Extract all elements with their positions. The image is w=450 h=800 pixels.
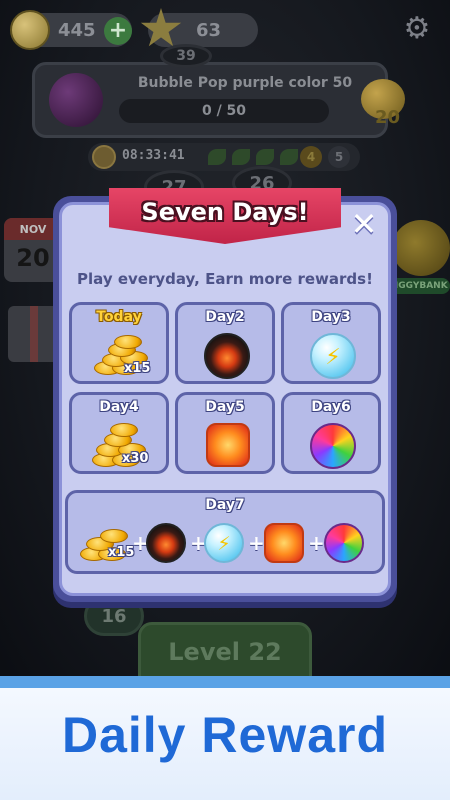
goal-reward: 20 [353, 73, 413, 133]
map-node[interactable]: 16 [84, 596, 144, 636]
seven-days-dialog: Seven Days! ✕ Play everyday, Earn more r… [53, 188, 397, 602]
plus-icon: + [248, 531, 265, 555]
day-card-day4[interactable]: Day4 x30 [69, 392, 169, 474]
gear-icon[interactable]: ⚙ [402, 14, 432, 44]
reward-quantity: x30 [122, 451, 149, 466]
play-level-button[interactable]: Level 22 [138, 622, 312, 682]
goal-title: Bubble Pop purple color 50 [137, 75, 353, 91]
dialog-subtitle: Play everyday, Earn more rewards! [77, 270, 373, 288]
leaf-icon [280, 149, 298, 165]
day-label: Day6 [311, 399, 351, 415]
fire-ball-icon [206, 423, 250, 467]
day-label: Day4 [99, 399, 139, 415]
day-card-day5[interactable]: Day5 [175, 392, 275, 474]
count-badge-b: 5 [328, 146, 350, 168]
lightning-ball-icon: ⚡ [310, 333, 356, 379]
fire-ball-icon [264, 523, 304, 563]
lightning-ball-icon: ⚡ [204, 523, 244, 563]
reward-quantity: x15 [108, 545, 135, 560]
map-node[interactable]: 39 [160, 44, 212, 68]
rainbow-ball-icon [310, 423, 356, 469]
countdown-timer: 08:33:41 [122, 148, 185, 163]
add-coins-button[interactable]: + [104, 17, 132, 45]
reward-quantity: x15 [124, 361, 151, 376]
day-card-day6[interactable]: Day6 [281, 392, 381, 474]
goal-reward-amount: 20 [375, 107, 401, 128]
day-card-day3[interactable]: Day3 ⚡ [281, 302, 381, 384]
plus-icon: + [308, 531, 325, 555]
count-badge-a: 4 [300, 146, 322, 168]
purple-bubble-icon [49, 73, 103, 127]
coin-icon [10, 10, 50, 50]
piggy-bank-icon[interactable] [392, 220, 450, 276]
day-label: Day5 [205, 399, 245, 415]
day-label: Day7 [205, 497, 245, 513]
close-icon[interactable]: ✕ [347, 208, 381, 242]
clock-icon [92, 145, 116, 169]
goal-progress-bar: 0 / 50 [119, 99, 329, 123]
timer-row: 08:33:41 4 5 [88, 143, 360, 171]
level-goal-panel: Bubble Pop purple color 50 0 / 50 20 [32, 62, 405, 138]
top-hud: 445 + 63 ⚙ [0, 0, 450, 60]
day-card-day2[interactable]: Day2 [175, 302, 275, 384]
day-label: Day2 [205, 309, 245, 325]
bomb-icon [204, 333, 250, 379]
leaf-icon [256, 149, 274, 165]
rainbow-ball-icon [324, 523, 364, 563]
leaf-icon [232, 149, 250, 165]
day-card-today[interactable]: Today x15 [69, 302, 169, 384]
day-label: Day3 [311, 309, 351, 325]
banner-title: Daily Reward [61, 707, 388, 763]
leaf-icon [208, 149, 226, 165]
day-label: Today [96, 309, 142, 325]
dialog-title: Seven Days! [141, 198, 309, 226]
star-count: 63 [196, 20, 222, 41]
day-card-day7[interactable]: Day7 x15 + + ⚡ + + [65, 490, 385, 574]
coin-count: 445 [58, 20, 96, 41]
promo-banner: Daily Reward [0, 676, 450, 800]
bomb-icon [146, 523, 186, 563]
